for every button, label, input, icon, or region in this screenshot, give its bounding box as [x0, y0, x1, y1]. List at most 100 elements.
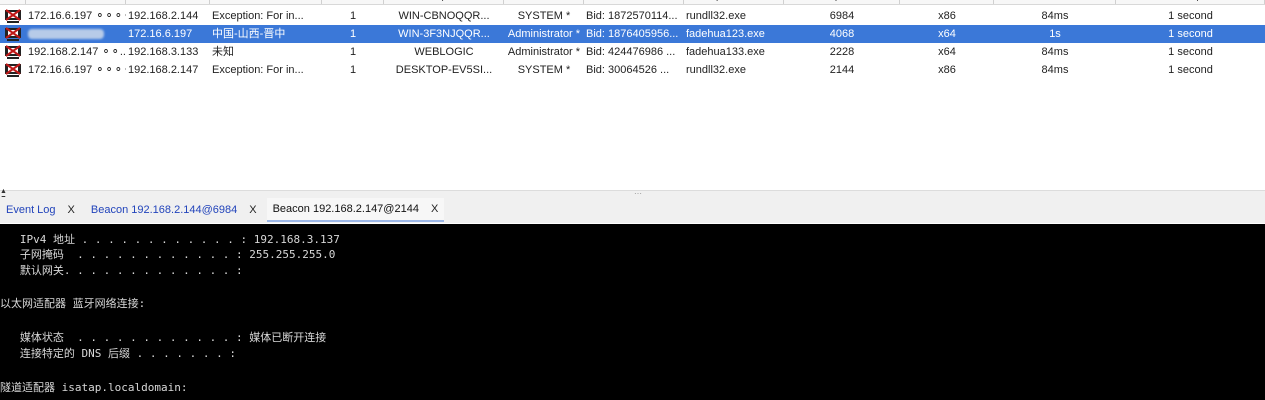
column-header-internal[interactable]: internal: [126, 0, 210, 4]
cell-note-text: Bid: 1872570114...: [586, 10, 678, 22]
cell-internal-text: 192.168.2.147: [128, 64, 199, 76]
cell-arch-text: x64: [938, 46, 956, 58]
cell-sleep-text: 1 second: [1168, 28, 1213, 40]
cell-external-text: 172.16.6.197 ⚬⚬⚬⚬: [28, 64, 126, 76]
beacon-computer-icon: [0, 43, 26, 61]
beacon-computer-icon: [0, 61, 26, 79]
cell-address-text: 中国-山西-晋中: [212, 28, 286, 40]
cell-external-text: 192.168.2.147 ⚬⚬...: [28, 46, 126, 58]
cell-internal-text: 192.168.2.144: [128, 10, 199, 22]
cell-computer-text: WIN-3F3NJQQR...: [398, 28, 490, 40]
tab-close-icon[interactable]: X: [249, 204, 256, 216]
cell-last: 84ms: [994, 7, 1116, 25]
cell-user-text: Administrator *: [507, 46, 581, 58]
cell-listener-text: 1: [349, 64, 357, 76]
cell-user-text: SYSTEM *: [517, 64, 571, 76]
cell-listener-text: 1: [349, 28, 357, 40]
cell-arch: x64: [900, 43, 994, 61]
table-row[interactable]: 172.16.6.197 ⚬⚬⚬⚬ 192.168.2.147 Exception:…: [0, 61, 1265, 79]
column-header-external[interactable]: external: [26, 0, 126, 4]
tab-close-icon[interactable]: X: [68, 204, 75, 216]
tab-label: Event Log: [6, 204, 56, 216]
column-header-pid[interactable]: pid: [784, 0, 900, 4]
cell-pid-text: 2228: [829, 46, 855, 58]
column-header-user[interactable]: user: [504, 0, 584, 4]
column-header-last[interactable]: last: [994, 0, 1116, 4]
cell-pid: 4068: [784, 25, 900, 43]
cell-sleep-text: 1 second: [1168, 46, 1213, 58]
column-header-process[interactable]: process: [684, 0, 784, 4]
tab-event-log[interactable]: Event Log X: [0, 199, 81, 221]
cell-process-text: fadehua133.exe: [686, 46, 765, 58]
cell-last-text: 84ms: [1041, 64, 1069, 76]
column-header-arch[interactable]: arch: [900, 0, 994, 4]
cell-external: 172.16.6.197 ⚬⚬⚬⚬: [26, 61, 126, 79]
tab-beacon-192-168-2-144-6984[interactable]: Beacon 192.168.2.144@6984 X: [85, 199, 263, 221]
cell-listener: 1: [322, 7, 384, 25]
panel-splitter[interactable]: [0, 190, 1265, 197]
cell-note: Bid: 1872570114...: [584, 7, 684, 25]
table-header: externalinternaladdresslistenercomputeru…: [0, 0, 1265, 5]
cell-arch-text: x64: [938, 28, 956, 40]
cell-last-text: 84ms: [1041, 10, 1069, 22]
cell-address: Exception: For in...: [210, 61, 322, 79]
console-line: 连接特定的 DNS 后缀 . . . . . . . :: [0, 347, 236, 360]
table-row[interactable]: 192.168.2.147 ⚬⚬... 192.168.3.133 未知 1 WEBLO…: [0, 43, 1265, 61]
column-header-icon[interactable]: [0, 0, 26, 4]
cell-sleep: 1 second: [1116, 25, 1265, 43]
tab-beacon-192-168-2-147-2144[interactable]: Beacon 192.168.2.147@2144 X: [266, 198, 445, 222]
cell-last: 84ms: [994, 43, 1116, 61]
tab-bar: Event Log X Beacon 192.168.2.144@6984 X Beac…: [0, 197, 1265, 223]
cell-process-text: rundll32.exe: [686, 64, 746, 76]
cell-note: Bid: 30064526 ...: [584, 61, 684, 79]
cell-arch: x86: [900, 7, 994, 25]
cell-listener-text: 1: [349, 10, 357, 22]
cell-address: 中国-山西-晋中: [210, 25, 322, 43]
cell-listener: 1: [322, 25, 384, 43]
cell-arch: x64: [900, 25, 994, 43]
column-header-sleep[interactable]: sleep: [1116, 0, 1265, 4]
cell-arch-text: x86: [938, 10, 956, 22]
cell-process-text: fadehua123.exe: [686, 28, 765, 40]
redacted-ip: [28, 29, 104, 40]
console-line: 隧道适配器 isatap.localdomain:: [0, 381, 188, 394]
column-header-note[interactable]: note: [584, 0, 684, 4]
beacon-table-body: 172.16.6.197 ⚬⚬⚬⚬ 192.168.2.144 Exception:…: [0, 7, 1265, 79]
column-header-computer[interactable]: computer: [384, 0, 504, 4]
console-line: 媒体状态 . . . . . . . . . . . . : 媒体已断开连接: [0, 331, 327, 344]
cell-internal: 192.168.3.133: [126, 43, 210, 61]
cell-computer: WIN-3F3NJQQR...: [384, 25, 504, 43]
beacon-computer-icon: [0, 7, 26, 25]
cell-listener-text: 1: [349, 46, 357, 58]
cell-internal: 192.168.2.147: [126, 61, 210, 79]
table-row[interactable]: 172.16.6.197 中国-山西-晋中 1 WIN-3F3NJQQR... Admi…: [0, 25, 1265, 43]
cell-user: Administrator *: [504, 25, 584, 43]
cell-process: rundll32.exe: [684, 7, 784, 25]
tab-close-icon[interactable]: X: [431, 203, 438, 215]
cell-arch: x86: [900, 61, 994, 79]
beacon-console-output[interactable]: IPv4 地址 . . . . . . . . . . . . : 192.16…: [0, 224, 1265, 400]
cell-computer-text: WEBLOGIC: [414, 46, 474, 58]
tab-label: Beacon 192.168.2.144@6984: [90, 204, 238, 216]
cell-arch-text: x86: [938, 64, 956, 76]
cell-process-text: rundll32.exe: [686, 10, 746, 22]
cell-internal-text: 172.16.6.197: [128, 28, 193, 40]
column-header-address[interactable]: address: [210, 0, 322, 4]
cell-sleep: 1 second: [1116, 43, 1265, 61]
cell-pid-text: 2144: [829, 64, 855, 76]
tab-label: Beacon 192.168.2.147@2144: [272, 203, 419, 215]
cell-sleep: 1 second: [1116, 61, 1265, 79]
cell-user: SYSTEM *: [504, 7, 584, 25]
cell-computer-text: DESKTOP-EV5SI...: [395, 64, 493, 76]
cell-address-text: Exception: For in...: [212, 64, 304, 76]
column-header-listener[interactable]: listener: [322, 0, 384, 4]
cell-external: [26, 25, 126, 43]
console-line: 以太网适配器 蓝牙网络连接:: [0, 297, 146, 310]
cell-address: Exception: For in...: [210, 7, 322, 25]
cell-address-text: Exception: For in...: [212, 10, 304, 22]
cell-computer: WEBLOGIC: [384, 43, 504, 61]
cell-pid: 6984: [784, 7, 900, 25]
cell-computer: DESKTOP-EV5SI...: [384, 61, 504, 79]
beacon-table-panel: externalinternaladdresslistenercomputeru…: [0, 0, 1265, 190]
table-row[interactable]: 172.16.6.197 ⚬⚬⚬⚬ 192.168.2.144 Exception:…: [0, 7, 1265, 25]
